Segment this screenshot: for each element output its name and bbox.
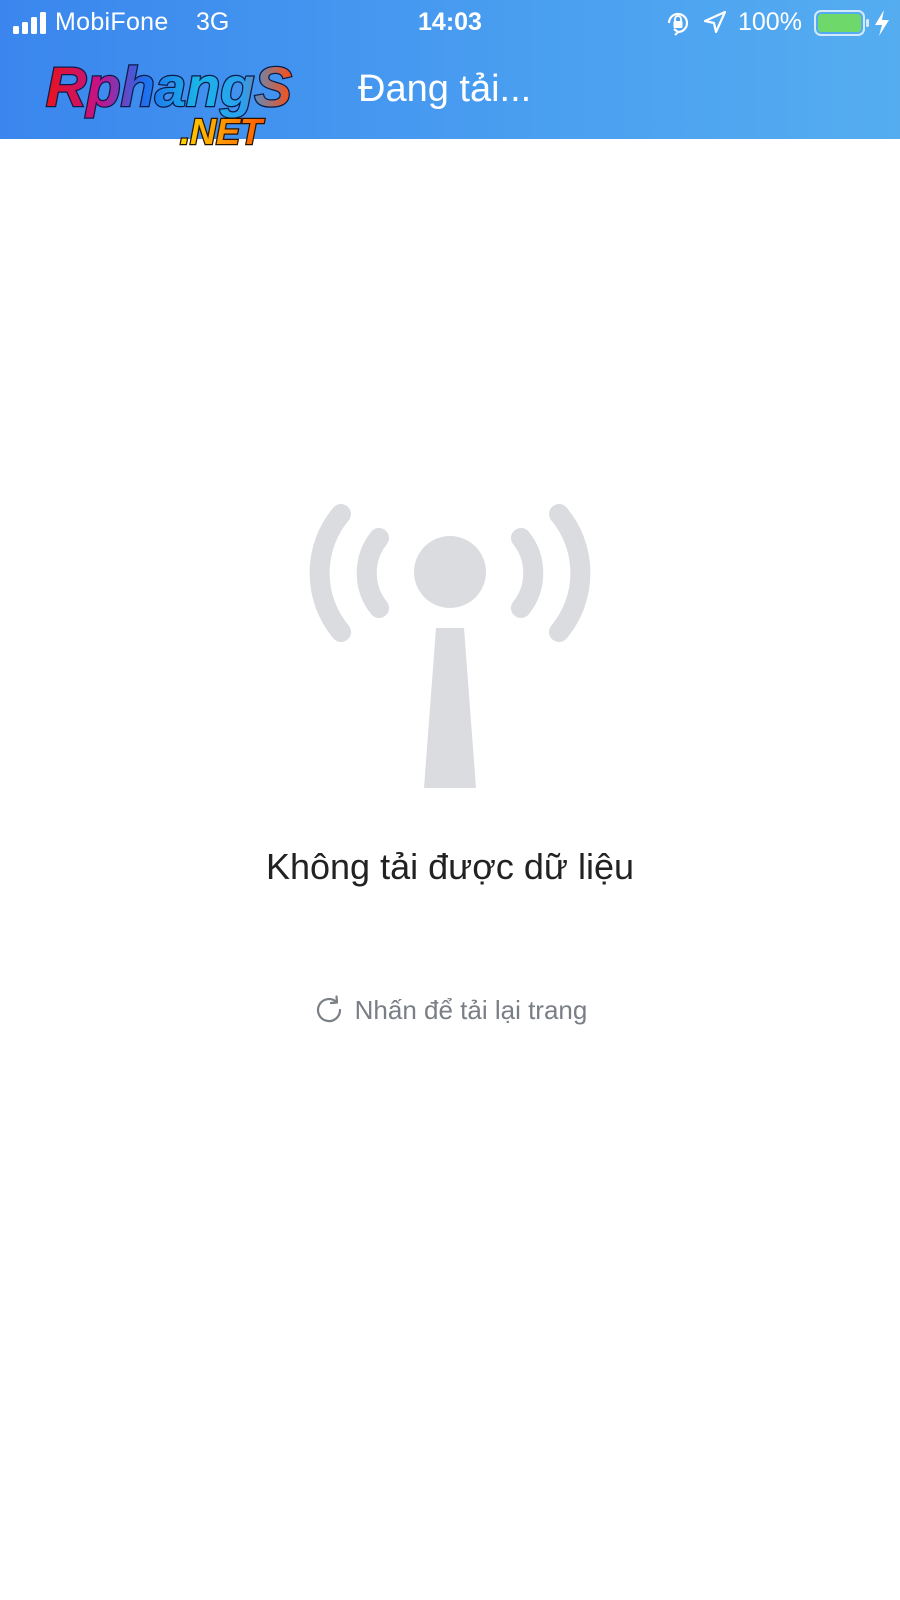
battery-percent: 100% xyxy=(738,8,802,36)
refresh-icon xyxy=(316,995,341,1023)
error-message: Không tải được dữ liệu xyxy=(265,846,634,887)
logo-domain-suffix: .NET xyxy=(180,111,265,152)
charging-bolt-icon xyxy=(875,10,889,36)
location-arrow-icon xyxy=(703,10,727,34)
battery-icon xyxy=(814,10,869,36)
page-title: Đang tải... xyxy=(358,68,532,110)
site-logo[interactable]: RphangS .NET xyxy=(40,54,320,158)
status-bar: MobiFone 3G 14:03 100% xyxy=(0,0,900,46)
reload-button[interactable]: Nhấn để tải lại trang xyxy=(0,994,900,1026)
broadcast-tower-icon xyxy=(309,504,591,788)
logo-wordmark: RphangS xyxy=(46,55,292,118)
orientation-lock-icon xyxy=(667,12,689,36)
app-header: MobiFone 3G 14:03 100% RphangS .NET Đang… xyxy=(0,0,900,153)
screen: MobiFone 3G 14:03 100% RphangS .NET Đang… xyxy=(0,0,900,1600)
reload-label: Nhấn để tải lại trang xyxy=(354,994,588,1025)
